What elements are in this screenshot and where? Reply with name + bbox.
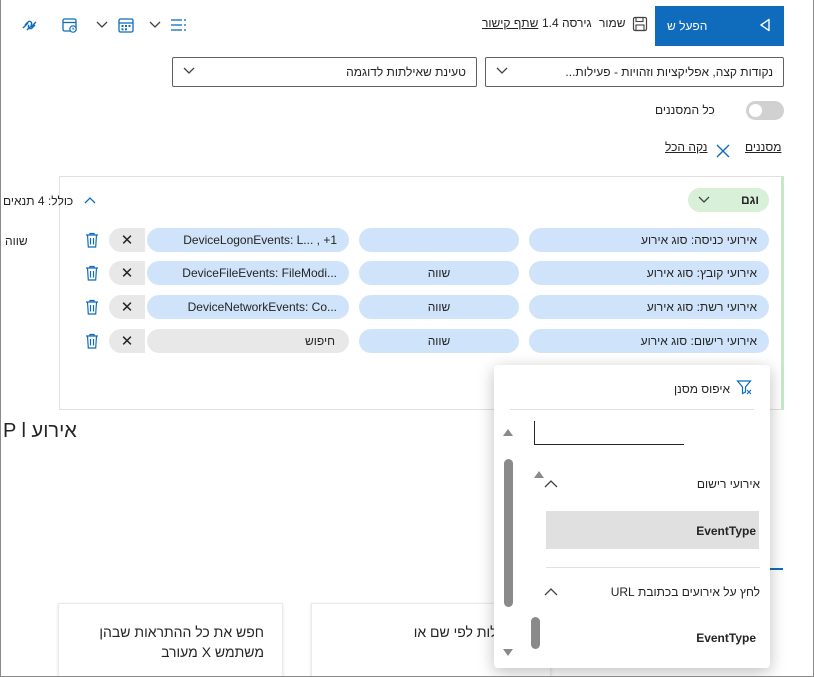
scroll-thumb[interactable] — [531, 617, 540, 649]
remove-value-button[interactable]: ✕ — [109, 261, 145, 285]
sample-queries-dropdown[interactable]: טעינת שאילתות לדוגמה — [172, 57, 477, 87]
group-operator-dropdown[interactable]: וגם — [688, 188, 769, 212]
inner-scrollbar[interactable] — [529, 465, 544, 655]
save-icon[interactable] — [630, 14, 650, 34]
scroll-up-arrow[interactable] — [534, 471, 544, 478]
filters-label[interactable]: מסננים — [745, 140, 781, 154]
scope-dropdown[interactable]: נקודות קצה, אפליקציות וזהויות - פעילות..… — [485, 57, 784, 87]
list-icon[interactable] — [168, 15, 188, 35]
scope-dropdown-value: נקודות קצה, אפליקציות וזהויות - פעילות..… — [565, 65, 773, 79]
calendar-icon[interactable] — [115, 14, 137, 36]
scrollbar[interactable] — [498, 425, 513, 661]
save-button[interactable]: שמור — [599, 16, 626, 30]
delete-condition-icon[interactable] — [85, 299, 99, 315]
condition-value[interactable]: DeviceNetworkEvents: Co... — [147, 295, 349, 319]
query-card[interactable]: חפש את כל ההתראות שבהן משתמש X מעורב — [58, 603, 283, 676]
chevron-down-icon — [183, 66, 195, 78]
condition-field[interactable]: אירועי רישום: סוג אירוע — [529, 329, 769, 353]
condition-field[interactable]: אירועי כניסה: סוג אירוע — [529, 228, 769, 252]
chevron-down-icon[interactable] — [148, 17, 162, 33]
scroll-thumb[interactable] — [504, 459, 513, 607]
condition-field[interactable]: אירועי רשת: סוג אירוע — [529, 295, 769, 319]
chevron-down-icon — [496, 66, 508, 78]
version-label: גירסה 1.4 — [542, 16, 592, 30]
all-filters-label: כל המסננים — [655, 103, 715, 117]
close-icon[interactable] — [713, 141, 733, 161]
group-summary: כולל: 4 תנאים — [3, 194, 74, 208]
section-title: P l אירוע — [3, 420, 77, 442]
condition-value-search[interactable]: חיפוש — [147, 329, 349, 353]
list-item-eventtype[interactable]: EventType — [644, 524, 756, 538]
link-icon[interactable] — [19, 16, 41, 34]
condition-value[interactable]: DeviceFileEvents: FileModi... — [147, 261, 349, 285]
run-label: הפעל ש — [667, 19, 708, 33]
play-icon — [758, 18, 772, 35]
chevron-down-icon[interactable] — [95, 17, 109, 33]
condition-field[interactable]: אירועי קובץ: סוג אירוע — [529, 261, 769, 285]
scroll-down-arrow[interactable] — [503, 649, 513, 656]
scroll-up-arrow[interactable] — [503, 429, 513, 436]
condition-operator[interactable]: שווה — [359, 329, 519, 353]
delete-condition-icon[interactable] — [85, 265, 99, 281]
all-filters-toggle[interactable] — [746, 101, 784, 120]
group-header-registry-events[interactable]: אירועי רישום — [544, 477, 760, 491]
sample-queries-value: טעינת שאילתות לדוגמה — [346, 65, 466, 79]
share-link[interactable]: שתף קישור — [482, 16, 538, 30]
delete-condition-icon[interactable] — [85, 333, 99, 349]
reset-filter-button[interactable]: איפוס מסנן — [644, 379, 752, 398]
condition-operator[interactable]: שווה — [359, 261, 519, 285]
card-line: חפש את כל ההתראות שבהן — [99, 624, 264, 640]
group-operator-label: וגם — [740, 193, 759, 207]
remove-value-button[interactable]: ✕ — [109, 329, 145, 353]
delete-condition-icon[interactable] — [85, 232, 99, 248]
popup-divider — [546, 567, 760, 568]
remove-value-button[interactable]: ✕ — [109, 228, 145, 252]
card-line: משתמש X מעורב — [161, 644, 264, 660]
list-item-eventtype[interactable]: EventType — [644, 631, 756, 645]
side-equals-label: שווה — [5, 234, 28, 248]
schedule-icon[interactable] — [59, 14, 81, 36]
run-query-button[interactable]: הפעל ש — [655, 6, 784, 46]
clear-all-button[interactable]: נקה הכל — [665, 140, 707, 154]
remove-value-button[interactable]: ✕ — [109, 295, 145, 319]
condition-operator[interactable]: שווה — [359, 295, 519, 319]
chevron-up-icon[interactable] — [81, 192, 99, 208]
chevron-down-icon — [698, 193, 710, 207]
app-window: שתף קישור גירסה 1.4 שמור הפעל ש נקודות ק… — [0, 0, 814, 677]
toggle-knob — [749, 104, 762, 117]
popup-search-input[interactable] — [534, 421, 684, 445]
popup-divider — [510, 409, 754, 410]
condition-value[interactable]: DeviceLogonEvents: L... , +1 — [147, 228, 349, 252]
chevron-up-icon — [544, 477, 558, 491]
condition-operator[interactable] — [359, 228, 519, 252]
filter-value-popup: איפוס מסנן אירועי רישום EventType לחץ על… — [494, 365, 770, 668]
filter-reset-icon — [736, 379, 752, 398]
chevron-up-icon — [544, 585, 558, 599]
group-header-url-click-events[interactable]: לחץ על אירועים בכתובת URL — [544, 585, 760, 599]
